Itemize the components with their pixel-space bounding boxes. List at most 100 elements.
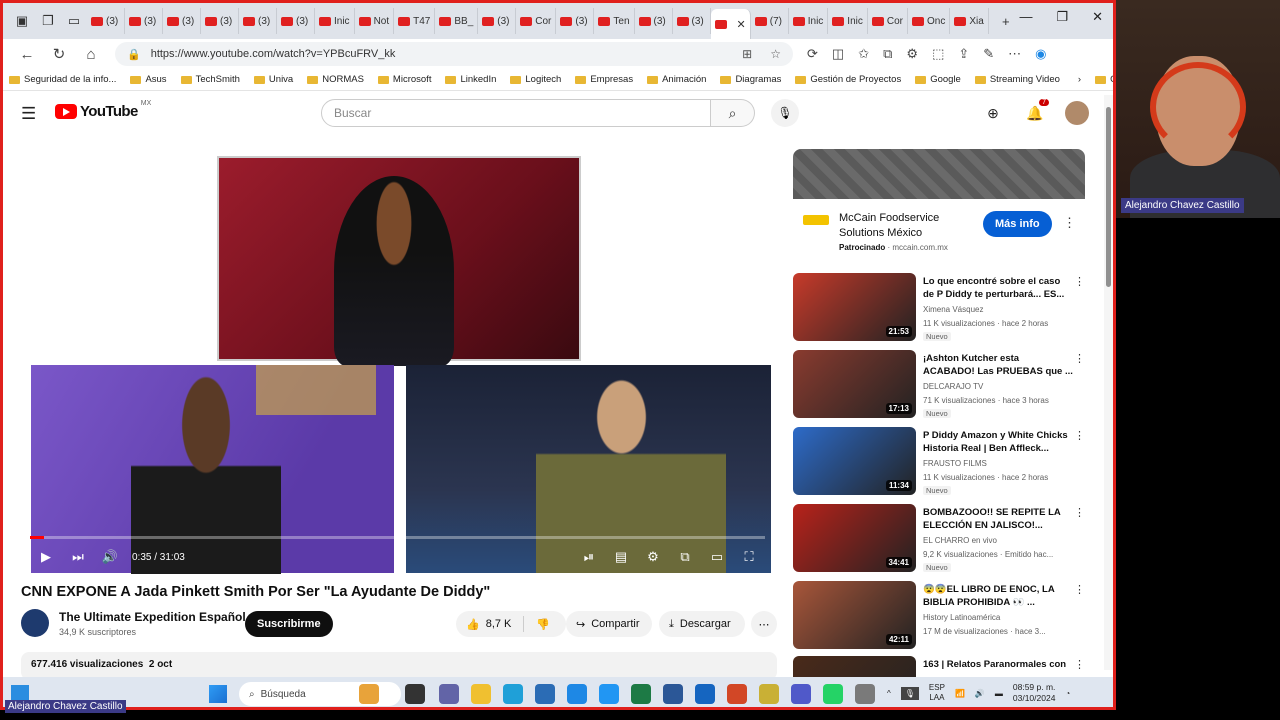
subtitles-icon[interactable]: ▤ [605,549,637,565]
browser-tab[interactable]: (3) [87,8,125,34]
rec-title[interactable]: ¡Ashton Kutcher esta ACABADO! Las PRUEBA… [923,352,1073,378]
bookmark-folder[interactable]: Streaming Video [974,74,1060,85]
youtube-logo[interactable]: YouTube MX [55,100,151,120]
video-thumbnail[interactable]: 42:11 [793,581,916,649]
browser-tab[interactable]: Xia [950,8,989,34]
start-button[interactable] [209,685,227,703]
edge-copilot-icon[interactable]: ◉ [1035,46,1046,62]
miniplayer-icon[interactable]: ⧉ [669,549,701,565]
recommended-video[interactable]: 17:13 ¡Ashton Kutcher esta ACABADO! Las P… [793,350,1085,420]
rec-menu-icon[interactable]: ⋮ [1074,658,1085,671]
snipping-tool-icon[interactable] [855,684,875,704]
file-explorer-icon[interactable] [471,684,491,704]
channel-avatar[interactable] [21,609,49,637]
browser-tab[interactable]: BB_ [435,8,479,34]
bookmark-folder[interactable]: Asus [130,74,167,85]
address-bar[interactable]: 🔒 https://www.youtube.com/watch?v=YPBcuF… [115,42,793,66]
rec-title[interactable]: BOMBAZOOO!! SE REPITE LA ELECCIÓN EN JAL… [923,506,1073,532]
video-player[interactable]: ▶ ⏭ 🔊 0:35 / 31:03 ⏯ ▤ ⚙ ⧉ ▭ ⛶ [20,150,775,574]
bookmark-folder[interactable]: Univa [253,74,293,85]
browser-tab[interactable]: (3) [125,8,163,34]
screenshot-icon[interactable]: ⬚ [932,46,944,62]
input-language[interactable]: ESP LAA [929,683,945,703]
help-icon[interactable] [599,684,619,704]
outlook-icon[interactable] [695,684,715,704]
favorites-icon[interactable]: ✩ [858,46,869,62]
recommended-video[interactable]: 21:53 Lo que encontré sobre el caso de P … [793,273,1085,343]
browser-tab[interactable]: (7) [751,8,789,34]
recommended-video[interactable]: 34:41 BOMBAZOOO!! SE REPITE LA ELECCIÓN E… [793,504,1085,574]
favorite-star-icon[interactable]: ☆ [770,47,781,61]
ad-title[interactable]: McCain Foodservice Solutions México [839,211,969,241]
workspaces-icon[interactable]: ▣ [9,8,35,34]
ad-more-info-button[interactable]: Más info [983,211,1052,237]
tab-actions-icon[interactable]: ❐ [35,8,61,34]
bookmark-folder[interactable]: Seguridad de la info... [9,74,116,85]
recommended-video[interactable]: 11:34 P Diddy Amazon y White Chicks Histo… [793,427,1085,497]
browser-tab[interactable]: (3) [556,8,595,34]
video-thumbnail[interactable]: 21:53 [793,273,916,341]
bookmark-folder[interactable]: Google [915,74,961,85]
bookmark-folder[interactable]: Microsoft [377,74,431,85]
browser-tab[interactable]: (3) [239,8,277,34]
whatsapp-icon[interactable] [823,684,843,704]
rec-menu-icon[interactable]: ⋮ [1074,275,1085,288]
browser-tab[interactable]: (3) [635,8,673,34]
voice-search-button[interactable]: 🎙 [771,99,799,127]
refresh-icon[interactable]: ↻ [43,45,75,63]
page-scrollbar[interactable] [1104,95,1113,670]
other-favorites-folder[interactable]: Otros favoritos [1095,74,1113,85]
description-box[interactable]: 677.416 visualizaciones 2 oct [21,652,777,680]
bookmark-folder[interactable]: Diagramas [720,74,781,85]
task-view-icon[interactable] [405,684,425,704]
extensions-icon[interactable]: ⚙ [906,46,918,62]
show-hidden-icons[interactable]: ^ [887,689,891,698]
browser-tab[interactable]: (3) [201,8,239,34]
rec-menu-icon[interactable]: ⋮ [1074,429,1085,442]
browser-tab[interactable]: Ten [594,8,635,34]
back-icon[interactable]: ← [11,46,43,63]
fruit-widget-icon[interactable] [359,684,379,704]
close-tab-icon[interactable]: ✕ [737,18,746,31]
dislike-icon[interactable]: 👎 [536,618,550,631]
home-icon[interactable]: ⌂ [75,46,107,63]
bookmark-folder[interactable]: Animación [647,74,706,85]
play-icon[interactable]: ▶ [30,549,62,565]
apps-icon[interactable]: ⊞ [742,47,752,61]
teams-icon[interactable] [439,684,459,704]
video-thumbnail[interactable]: 11:34 [793,427,916,495]
notifications-center-icon[interactable]: ◔ [1065,689,1070,698]
rec-menu-icon[interactable]: ⋮ [1074,352,1085,365]
rec-menu-icon[interactable]: ⋮ [1074,506,1085,519]
bookmark-folder[interactable]: TechSmith [180,74,240,85]
word-icon[interactable] [663,684,683,704]
refresh-page-icon[interactable]: ⟳ [807,46,818,62]
vertical-tabs-icon[interactable]: ▭ [61,8,87,34]
video-thumbnail[interactable]: 17:13 [793,350,916,418]
search-input[interactable]: Buscar [321,99,711,127]
copilot-icon[interactable]: ✎ [983,46,994,62]
rec-title[interactable]: 163 | Relatos Paranormales con [923,658,1073,671]
more-actions-button[interactable]: ⋯ [751,611,777,637]
recommended-video[interactable]: 42:11 😨😨EL LIBRO DE ENOC, LA BIBLIA PROHI… [793,581,1085,651]
browser-tab[interactable]: Inic [315,8,355,34]
project-icon[interactable] [759,684,779,704]
like-icon[interactable]: 👍 [466,618,480,631]
account-avatar[interactable] [1065,101,1089,125]
powerpoint-icon[interactable] [727,684,747,704]
next-icon[interactable]: ⏭ [62,549,94,565]
channel-name[interactable]: The Ultimate Expedition Español [59,610,246,624]
clock[interactable]: 08:59 p. m. 03/10/2024 [1013,682,1056,704]
download-button[interactable]: ⤓ Descargar [659,611,745,637]
autoplay-toggle-icon[interactable]: ⏯ [573,549,605,565]
bookmark-folder[interactable]: NORMAS [307,74,364,85]
collections-icon[interactable]: ⧉ [883,46,892,62]
rec-menu-icon[interactable]: ⋮ [1074,583,1085,596]
volume-tray-icon[interactable]: 🔊 [975,689,985,698]
share-button[interactable]: ↪ Compartir [566,611,652,637]
more-bookmarks-icon[interactable]: › [1078,74,1081,85]
fullscreen-icon[interactable]: ⛶ [733,549,765,565]
bookmark-folder[interactable]: Gestión de Proyectos [795,74,901,85]
browser-tab[interactable]: Onc [908,8,951,34]
menu-icon[interactable]: ☰ [21,104,36,124]
